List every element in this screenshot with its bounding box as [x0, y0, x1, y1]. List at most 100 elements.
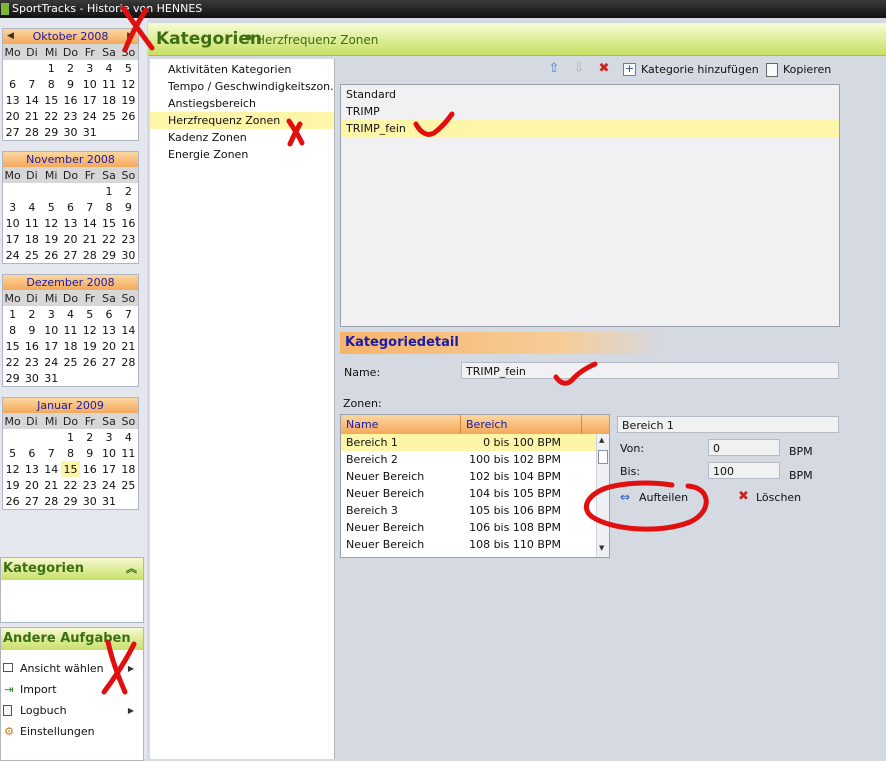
calendar-day[interactable]: 10: [99, 445, 118, 461]
calendar-day[interactable]: 15: [99, 215, 118, 231]
calendar-day[interactable]: 6: [99, 306, 118, 322]
calendar-day[interactable]: 7: [119, 306, 138, 322]
delete-zone-button[interactable]: Löschen: [756, 491, 801, 504]
calendar-day[interactable]: 14: [42, 461, 61, 477]
scroll-up-icon[interactable]: ▲: [599, 436, 604, 444]
calendar-day[interactable]: 20: [3, 108, 22, 124]
calendar-day[interactable]: 26: [119, 108, 138, 124]
calendar-day[interactable]: 21: [119, 338, 138, 354]
calendar-day[interactable]: 14: [119, 322, 138, 338]
calendar-day[interactable]: 12: [42, 215, 61, 231]
calendar-day[interactable]: 19: [3, 477, 22, 493]
calendar-day[interactable]: 25: [61, 354, 80, 370]
copy-icon[interactable]: [766, 63, 778, 77]
calendar-day[interactable]: 29: [61, 493, 80, 509]
andere-aufgaben-panel-header[interactable]: Andere Aufgaben: [1, 628, 143, 650]
calendar-day[interactable]: 20: [22, 477, 41, 493]
category-item[interactable]: Anstiegsbereich: [150, 95, 334, 112]
menu-item-logbuch[interactable]: Logbuch ▶: [1, 700, 143, 721]
calendar-day[interactable]: 3: [99, 429, 118, 445]
calendar-day[interactable]: 30: [80, 493, 99, 509]
calendar-day[interactable]: 17: [42, 338, 61, 354]
column-header-range[interactable]: Bereich: [461, 415, 582, 434]
calendar-day[interactable]: 30: [22, 370, 41, 386]
prev-month-icon[interactable]: ◀: [7, 29, 14, 44]
calendar-day[interactable]: 18: [61, 338, 80, 354]
calendar-day[interactable]: 2: [119, 183, 138, 199]
calendar-day[interactable]: 28: [80, 247, 99, 263]
calendar-day[interactable]: 2: [61, 60, 80, 76]
calendar-day[interactable]: 13: [99, 322, 118, 338]
calendar-day[interactable]: 27: [99, 354, 118, 370]
calendar-day[interactable]: 5: [3, 445, 22, 461]
calendar-day[interactable]: 26: [42, 247, 61, 263]
calendar-day[interactable]: 2: [80, 429, 99, 445]
calendar-day[interactable]: 16: [61, 92, 80, 108]
delete-zone-icon[interactable]: ✖: [738, 489, 749, 504]
calendar-day[interactable]: 24: [99, 477, 118, 493]
calendar-day[interactable]: 4: [99, 60, 118, 76]
split-button[interactable]: Aufteilen: [639, 491, 688, 504]
calendar-day[interactable]: 31: [99, 493, 118, 509]
menu-item-ansicht[interactable]: Ansicht wählen ▶: [1, 658, 143, 679]
calendar-day[interactable]: 8: [61, 445, 80, 461]
zone-set-item[interactable]: TRIMP: [341, 103, 839, 120]
table-row[interactable]: Neuer Bereich 104 bis 105 BPM: [341, 485, 596, 502]
calendar-day[interactable]: 25: [99, 108, 118, 124]
calendar-day[interactable]: 21: [80, 231, 99, 247]
calendar-day[interactable]: 23: [22, 354, 41, 370]
from-field[interactable]: 0: [708, 439, 780, 456]
calendar-day[interactable]: 12: [80, 322, 99, 338]
calendar-day[interactable]: 21: [22, 108, 41, 124]
calendar-day[interactable]: 1: [42, 60, 61, 76]
calendar-day[interactable]: 10: [3, 215, 22, 231]
calendar-day[interactable]: 16: [22, 338, 41, 354]
calendar-day[interactable]: 5: [80, 306, 99, 322]
calendar-day[interactable]: 8: [3, 322, 22, 338]
calendar-day[interactable]: 31: [80, 124, 99, 140]
calendar-day[interactable]: 4: [61, 306, 80, 322]
calendar-day[interactable]: 31: [42, 370, 61, 386]
calendar-day[interactable]: 28: [42, 493, 61, 509]
calendar-day[interactable]: 20: [61, 231, 80, 247]
calendar-day[interactable]: 22: [42, 108, 61, 124]
add-category-button[interactable]: Kategorie hinzufügen: [641, 61, 759, 79]
calendar-day[interactable]: 25: [119, 477, 138, 493]
calendar-day[interactable]: 8: [42, 76, 61, 92]
zone-name-field[interactable]: Bereich 1: [617, 416, 839, 433]
calendar-day[interactable]: 7: [80, 199, 99, 215]
category-item[interactable]: Herzfrequenz Zonen: [150, 112, 334, 129]
calendar-day[interactable]: 11: [99, 76, 118, 92]
calendar-day[interactable]: 29: [99, 247, 118, 263]
calendar-day[interactable]: 12: [119, 76, 138, 92]
calendar-day[interactable]: 3: [3, 199, 22, 215]
calendar-day[interactable]: 26: [3, 493, 22, 509]
next-month-icon[interactable]: ▶: [127, 29, 134, 44]
delete-icon[interactable]: ✖: [597, 62, 611, 76]
calendar-day[interactable]: 11: [61, 322, 80, 338]
calendar-day[interactable]: 23: [80, 477, 99, 493]
add-category-icon[interactable]: +: [623, 63, 636, 76]
calendar-day[interactable]: 18: [119, 461, 138, 477]
calendar-day[interactable]: 28: [119, 354, 138, 370]
category-item[interactable]: Tempo / Geschwindigkeitszon...: [150, 78, 334, 95]
table-row[interactable]: Neuer Bereich 108 bis 110 BPM: [341, 536, 596, 553]
calendar-day[interactable]: 23: [61, 108, 80, 124]
calendar-day[interactable]: 19: [119, 92, 138, 108]
split-icon[interactable]: ⇔: [620, 490, 630, 504]
calendar-day[interactable]: 7: [22, 76, 41, 92]
zone-set-item[interactable]: TRIMP_fein: [341, 120, 839, 137]
copy-button[interactable]: Kopieren: [783, 61, 831, 79]
menu-item-einstellungen[interactable]: ⚙ Einstellungen: [1, 721, 143, 742]
calendar-day[interactable]: 1: [3, 306, 22, 322]
calendar-day[interactable]: 18: [99, 92, 118, 108]
calendar-day[interactable]: 15: [42, 92, 61, 108]
calendar-day[interactable]: 17: [80, 92, 99, 108]
calendar-day[interactable]: 19: [42, 231, 61, 247]
move-up-icon[interactable]: ⇧: [547, 62, 561, 76]
calendar-day[interactable]: 30: [61, 124, 80, 140]
calendar-day[interactable]: 22: [99, 231, 118, 247]
calendar-day[interactable]: 15: [60, 461, 81, 477]
calendar-day[interactable]: 6: [22, 445, 41, 461]
calendar-day[interactable]: 21: [42, 477, 61, 493]
